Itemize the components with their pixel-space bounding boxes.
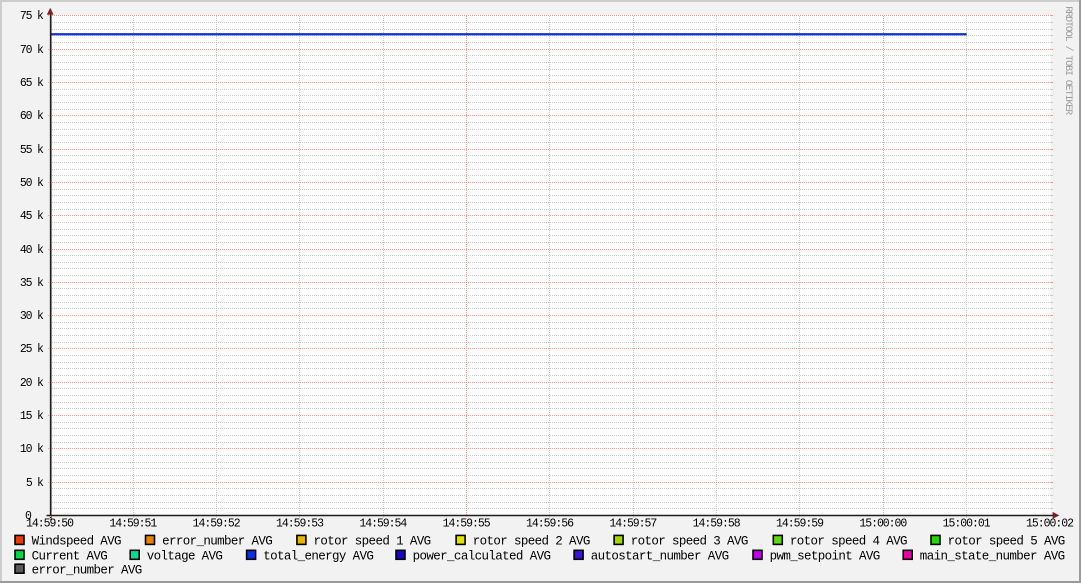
svg-text:35 k: 35 k (20, 277, 44, 290)
svg-text:75 k: 75 k (20, 10, 44, 23)
svg-text:rotor speed 1 AVG: rotor speed 1 AVG (314, 535, 432, 549)
svg-text:rotor speed 5 AVG: rotor speed 5 AVG (948, 535, 1066, 549)
svg-text:rotor speed 3 AVG: rotor speed 3 AVG (631, 535, 749, 549)
svg-text:pwm_setpoint AVG: pwm_setpoint AVG (770, 550, 881, 564)
svg-text:total_energy AVG: total_energy AVG (263, 550, 374, 564)
svg-text:60 k: 60 k (20, 110, 44, 123)
svg-text:15:00:00: 15:00:00 (859, 517, 907, 530)
svg-text:Current AVG: Current AVG (32, 550, 108, 564)
svg-text:25 k: 25 k (20, 343, 44, 356)
svg-text:15:00:02: 15:00:02 (1026, 517, 1074, 530)
svg-text:10 k: 10 k (20, 443, 44, 456)
svg-text:14:59:56: 14:59:56 (526, 517, 574, 530)
svg-text:14:59:55: 14:59:55 (443, 517, 491, 530)
svg-text:30 k: 30 k (20, 310, 44, 323)
svg-text:RRDTOOL / TOBI OETIKER: RRDTOOL / TOBI OETIKER (1062, 6, 1074, 115)
svg-text:14:59:53: 14:59:53 (276, 517, 324, 530)
svg-text:error_number AVG: error_number AVG (32, 563, 143, 577)
svg-text:14:59:51: 14:59:51 (109, 517, 157, 530)
svg-text:autostart_number AVG: autostart_number AVG (591, 550, 729, 564)
svg-text:main_state_number AVG: main_state_number AVG (920, 550, 1065, 564)
svg-text:error_number AVG: error_number AVG (162, 535, 273, 549)
svg-text:50 k: 50 k (20, 177, 44, 190)
svg-text:14:59:54: 14:59:54 (359, 517, 407, 530)
svg-text:rotor speed 2 AVG: rotor speed 2 AVG (473, 535, 591, 549)
svg-text:14:59:52: 14:59:52 (193, 517, 241, 530)
svg-text:70 k: 70 k (20, 44, 44, 57)
svg-text:20 k: 20 k (20, 377, 44, 390)
svg-text:voltage AVG: voltage AVG (147, 550, 223, 564)
svg-text:14:59:58: 14:59:58 (693, 517, 741, 530)
svg-text:45 k: 45 k (20, 210, 44, 223)
svg-text:15 k: 15 k (20, 410, 44, 423)
svg-text:14:59:57: 14:59:57 (609, 517, 657, 530)
svg-text:power_calculated AVG: power_calculated AVG (413, 550, 551, 564)
svg-text:55 k: 55 k (20, 144, 44, 157)
svg-text:40 k: 40 k (20, 244, 44, 257)
svg-text:14:59:59: 14:59:59 (776, 517, 824, 530)
svg-text:15:00:01: 15:00:01 (943, 517, 991, 530)
svg-text:65 k: 65 k (20, 77, 44, 90)
svg-text:rotor speed 4 AVG: rotor speed 4 AVG (790, 535, 908, 549)
svg-text:5 k: 5 k (26, 477, 44, 490)
svg-text:Windspeed AVG: Windspeed AVG (32, 535, 122, 549)
svg-text:14:59:50: 14:59:50 (26, 517, 74, 530)
